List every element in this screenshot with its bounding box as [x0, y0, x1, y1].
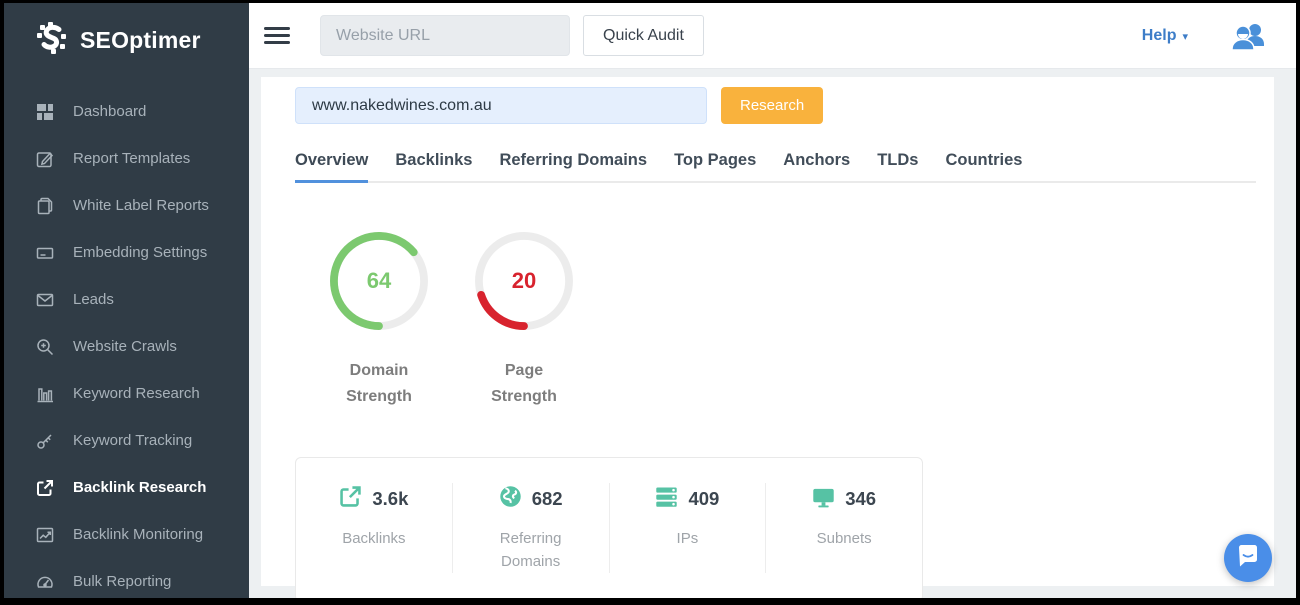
- sidebar-item-website-crawls[interactable]: Website Crawls: [4, 323, 249, 370]
- magnifier-plus-icon: [35, 337, 54, 356]
- stat-value: 682: [532, 488, 563, 510]
- tab-referring-domains[interactable]: Referring Domains: [499, 151, 647, 181]
- envelope-icon: [35, 290, 54, 309]
- report-templates-icon: [35, 149, 54, 168]
- external-link-icon: [339, 485, 362, 513]
- app-frame: SEOptimer Dashboard Report Templates: [4, 3, 1296, 598]
- sidebar: SEOptimer Dashboard Report Templates: [4, 3, 249, 598]
- sidebar-item-embedding-settings[interactable]: Embedding Settings: [4, 229, 249, 276]
- sidebar-item-backlink-monitoring[interactable]: Backlink Monitoring: [4, 511, 249, 558]
- seoptimer-logo-icon: [34, 21, 70, 60]
- hamburger-menu-icon[interactable]: [264, 27, 290, 45]
- sidebar-item-dashboard[interactable]: Dashboard: [4, 88, 249, 135]
- sidebar-item-label: Report Templates: [73, 150, 190, 167]
- research-search-row: Research: [295, 87, 1256, 124]
- white-label-reports-icon: [35, 196, 54, 215]
- content-area: Research Overview Backlinks Referring Do…: [249, 69, 1296, 598]
- chat-launcher-button[interactable]: [1224, 534, 1272, 582]
- backlink-research-panel: Research Overview Backlinks Referring Do…: [261, 77, 1274, 586]
- sidebar-item-label: Leads: [73, 291, 114, 308]
- page-strength-gauge: 20 Page Strength: [472, 229, 576, 410]
- tab-tlds[interactable]: TLDs: [877, 151, 918, 181]
- sidebar-item-label: Keyword Tracking: [73, 432, 192, 449]
- tab-bar: Overview Backlinks Referring Domains Top…: [295, 151, 1256, 183]
- sidebar-item-bulk-reporting[interactable]: Bulk Reporting: [4, 558, 249, 598]
- sidebar-item-label: Dashboard: [73, 103, 146, 120]
- sidebar-item-label: Embedding Settings: [73, 244, 207, 261]
- tab-anchors[interactable]: Anchors: [783, 151, 850, 181]
- tab-backlinks[interactable]: Backlinks: [395, 151, 472, 181]
- domain-strength-gauge: 64 Domain Strength: [327, 229, 431, 410]
- seoptimer-logo[interactable]: SEOptimer: [4, 3, 249, 74]
- sidebar-item-label: Backlink Monitoring: [73, 526, 203, 543]
- quick-audit-button[interactable]: Quick Audit: [583, 15, 704, 56]
- sidebar-nav: Dashboard Report Templates White Label R…: [4, 74, 249, 598]
- sidebar-item-report-templates[interactable]: Report Templates: [4, 135, 249, 182]
- stat-label: Subnets: [798, 527, 890, 550]
- strength-gauges: 64 Domain Strength 20: [327, 229, 1256, 410]
- help-menu[interactable]: Help ▾: [1142, 27, 1188, 45]
- research-button[interactable]: Research: [721, 87, 823, 124]
- page-strength-value: 20: [472, 229, 576, 333]
- chat-bubble-icon: [1235, 543, 1261, 574]
- sidebar-item-backlink-research[interactable]: Backlink Research: [4, 464, 249, 511]
- embedding-settings-icon: [35, 243, 54, 262]
- topbar: Quick Audit Help ▾: [249, 3, 1296, 69]
- tab-top-pages[interactable]: Top Pages: [674, 151, 756, 181]
- stat-label: Referring Domains: [485, 527, 577, 573]
- line-chart-icon: [35, 525, 54, 544]
- monitor-icon: [812, 485, 835, 513]
- sidebar-item-keyword-tracking[interactable]: Keyword Tracking: [4, 417, 249, 464]
- stat-value: 346: [845, 488, 876, 510]
- key-icon: [35, 431, 54, 450]
- stat-value: 3.6k: [372, 488, 408, 510]
- sidebar-item-label: White Label Reports: [73, 197, 209, 214]
- stat-subnets: 346 Subnets: [766, 483, 922, 573]
- bar-chart-icon: [35, 384, 54, 403]
- research-url-input[interactable]: [295, 87, 707, 124]
- dashboard-icon: [35, 102, 54, 121]
- globe-icon: [499, 485, 522, 513]
- tab-overview[interactable]: Overview: [295, 151, 368, 181]
- account-avatar-icon[interactable]: [1230, 21, 1266, 51]
- sidebar-item-label: Backlink Research: [73, 479, 206, 496]
- sidebar-item-label: Bulk Reporting: [73, 573, 171, 590]
- domain-strength-value: 64: [327, 229, 431, 333]
- tachometer-icon: [35, 572, 54, 591]
- stat-referring-domains: 682 Referring Domains: [453, 483, 610, 573]
- website-url-input[interactable]: [320, 15, 570, 56]
- stat-label: IPs: [641, 527, 733, 550]
- sidebar-item-keyword-research[interactable]: Keyword Research: [4, 370, 249, 417]
- sidebar-item-label: Website Crawls: [73, 338, 177, 355]
- brand-name: SEOptimer: [80, 27, 201, 54]
- tab-countries[interactable]: Countries: [945, 151, 1022, 181]
- stat-label: Backlinks: [328, 527, 420, 550]
- stat-backlinks: 3.6k Backlinks: [296, 483, 453, 573]
- server-icon: [655, 485, 678, 513]
- page-strength-label: Page Strength: [472, 358, 576, 410]
- external-link-icon: [35, 478, 54, 497]
- backlink-stats-card: 3.6k Backlinks: [295, 457, 923, 598]
- sidebar-item-leads[interactable]: Leads: [4, 276, 249, 323]
- chevron-down-icon: ▾: [1182, 30, 1188, 43]
- help-label: Help: [1142, 27, 1177, 45]
- domain-strength-label: Domain Strength: [327, 358, 431, 410]
- stat-ips: 409 IPs: [610, 483, 767, 573]
- stat-value: 409: [688, 488, 719, 510]
- sidebar-item-label: Keyword Research: [73, 385, 200, 402]
- sidebar-item-white-label-reports[interactable]: White Label Reports: [4, 182, 249, 229]
